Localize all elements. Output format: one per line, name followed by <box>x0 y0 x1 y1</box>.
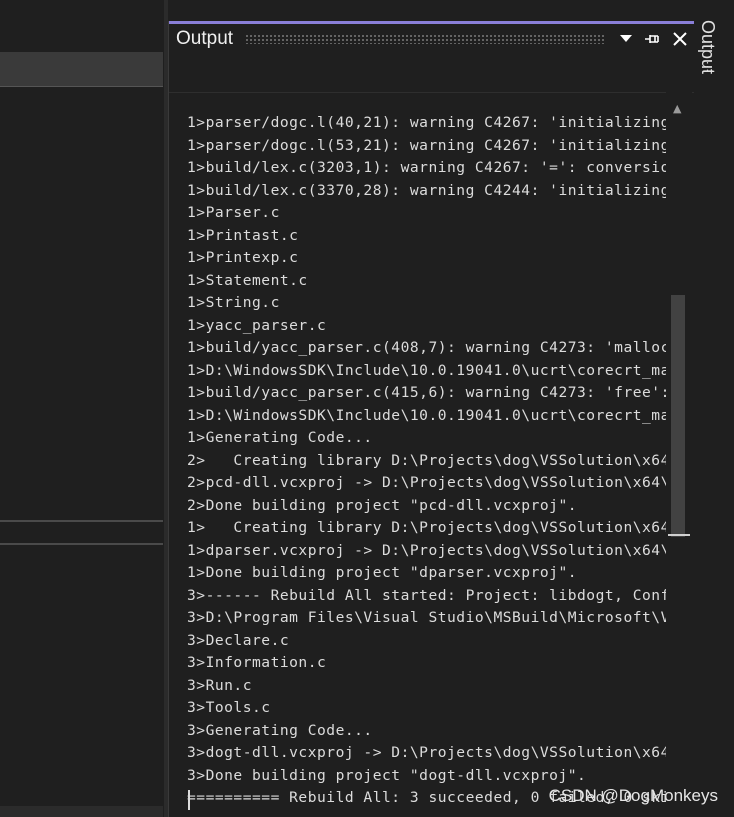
output-line: 1>build/lex.c(3203,1): warning C4267: '=… <box>187 159 666 176</box>
output-line: 1>Statement.c <box>187 271 308 289</box>
output-toolbar <box>169 54 695 93</box>
output-line: 1>String.c <box>187 294 280 311</box>
left-editor-area <box>0 0 164 817</box>
output-line: 1>Done building project "dparser.vcxproj… <box>187 564 578 581</box>
output-panel: Output 1>parser/dogc.l(40,21): warning C… <box>168 21 695 817</box>
output-line: 3>dogt-dll.vcxproj -> D:\Projects\dog\VS… <box>187 744 666 761</box>
output-line: 3>------ Rebuild All started: Project: l… <box>187 586 666 604</box>
left-divider <box>0 543 163 545</box>
output-line: 2>pcd-dll.vcxproj -> D:\Projects\dog\VSS… <box>187 474 666 491</box>
pin-icon[interactable] <box>641 27 665 51</box>
output-line: 1>parser/dogc.l(40,21): warning C4267: '… <box>187 114 666 131</box>
output-line: 3>D:\Program Files\Visual Studio\MSBuild… <box>187 609 666 626</box>
close-icon[interactable] <box>668 27 692 51</box>
left-bottom-bar <box>0 806 163 817</box>
output-line: 3>Tools.c <box>187 699 271 716</box>
vertical-scrollbar[interactable]: ▲ <box>666 92 692 817</box>
left-divider <box>0 520 163 522</box>
output-line: 1>parser/dogc.l(53,21): warning C4267: '… <box>187 136 666 154</box>
output-line: 1>D:\WindowsSDK\Include\10.0.19041.0\ucr… <box>187 361 666 379</box>
output-line: 1>Printast.c <box>187 226 299 244</box>
dropdown-icon[interactable] <box>614 27 638 51</box>
right-tab-strip: Output ⋮ <box>694 0 734 817</box>
output-line: 3>Run.c <box>187 676 253 694</box>
output-line: 2> Creating library D:\Projects\dog\VSSo… <box>187 451 666 469</box>
output-line: 1>dparser.vcxproj -> D:\Projects\dog\VSS… <box>187 541 666 559</box>
output-line: 3>Declare.c <box>187 631 290 649</box>
watermark: CSDN @DogMonkeys <box>548 786 718 805</box>
output-line: 1>Parser.c <box>187 204 280 221</box>
output-line: 3>Generating Code... <box>187 721 373 739</box>
output-line: 1>D:\WindowsSDK\Include\10.0.19041.0\ucr… <box>187 406 666 424</box>
output-line: 1>Generating Code... <box>187 429 373 446</box>
output-line: 1> Creating library D:\Projects\dog\VSSo… <box>187 519 666 536</box>
output-line: 3>Information.c <box>187 654 327 671</box>
output-text-area[interactable]: 1>parser/dogc.l(40,21): warning C4267: '… <box>169 92 666 817</box>
scroll-up-icon[interactable]: ▲ <box>673 102 681 115</box>
output-line: 2>Done building project "pcd-dll.vcxproj… <box>187 496 578 514</box>
output-line: 1>build/lex.c(3370,28): warning C4244: '… <box>187 181 666 199</box>
output-line: 1>build/yacc_parser.c(415,6): warning C4… <box>187 384 666 401</box>
output-line: 1>Printexp.c <box>187 249 299 266</box>
drag-grip[interactable] <box>245 34 604 44</box>
scrollbar-caret-marker <box>668 534 690 536</box>
left-tab-bar[interactable] <box>0 52 163 87</box>
panel-header[interactable]: Output <box>169 24 695 54</box>
output-line: 1>yacc_parser.c <box>187 316 327 334</box>
panel-title: Output <box>176 28 234 49</box>
output-line: 1>build/yacc_parser.c(408,7): warning C4… <box>187 339 666 356</box>
scrollbar-thumb[interactable] <box>671 295 685 537</box>
text-caret <box>188 790 190 810</box>
chevron-icon[interactable]: ⋮ <box>702 60 713 73</box>
output-line: 3>Done building project "dogt-dll.vcxpro… <box>187 766 587 784</box>
